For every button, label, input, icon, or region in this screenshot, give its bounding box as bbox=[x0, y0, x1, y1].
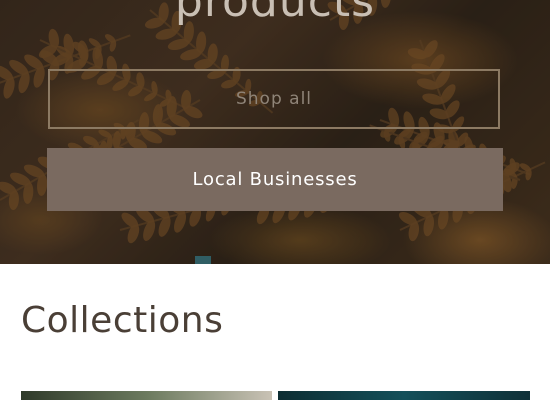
shop-all-button[interactable]: Shop all bbox=[48, 69, 500, 129]
hero-title: products bbox=[174, 0, 376, 27]
fern-background-image bbox=[0, 0, 550, 264]
local-businesses-button[interactable]: Local Businesses bbox=[47, 148, 503, 211]
shop-all-label: Shop all bbox=[235, 89, 313, 109]
collection-card-2[interactable] bbox=[278, 391, 530, 400]
hero-banner: products Shop all Local Businesses bbox=[0, 0, 550, 264]
collections-heading: Collections bbox=[21, 300, 224, 341]
local-businesses-label: Local Businesses bbox=[192, 169, 358, 190]
collection-card-1[interactable] bbox=[21, 391, 272, 400]
